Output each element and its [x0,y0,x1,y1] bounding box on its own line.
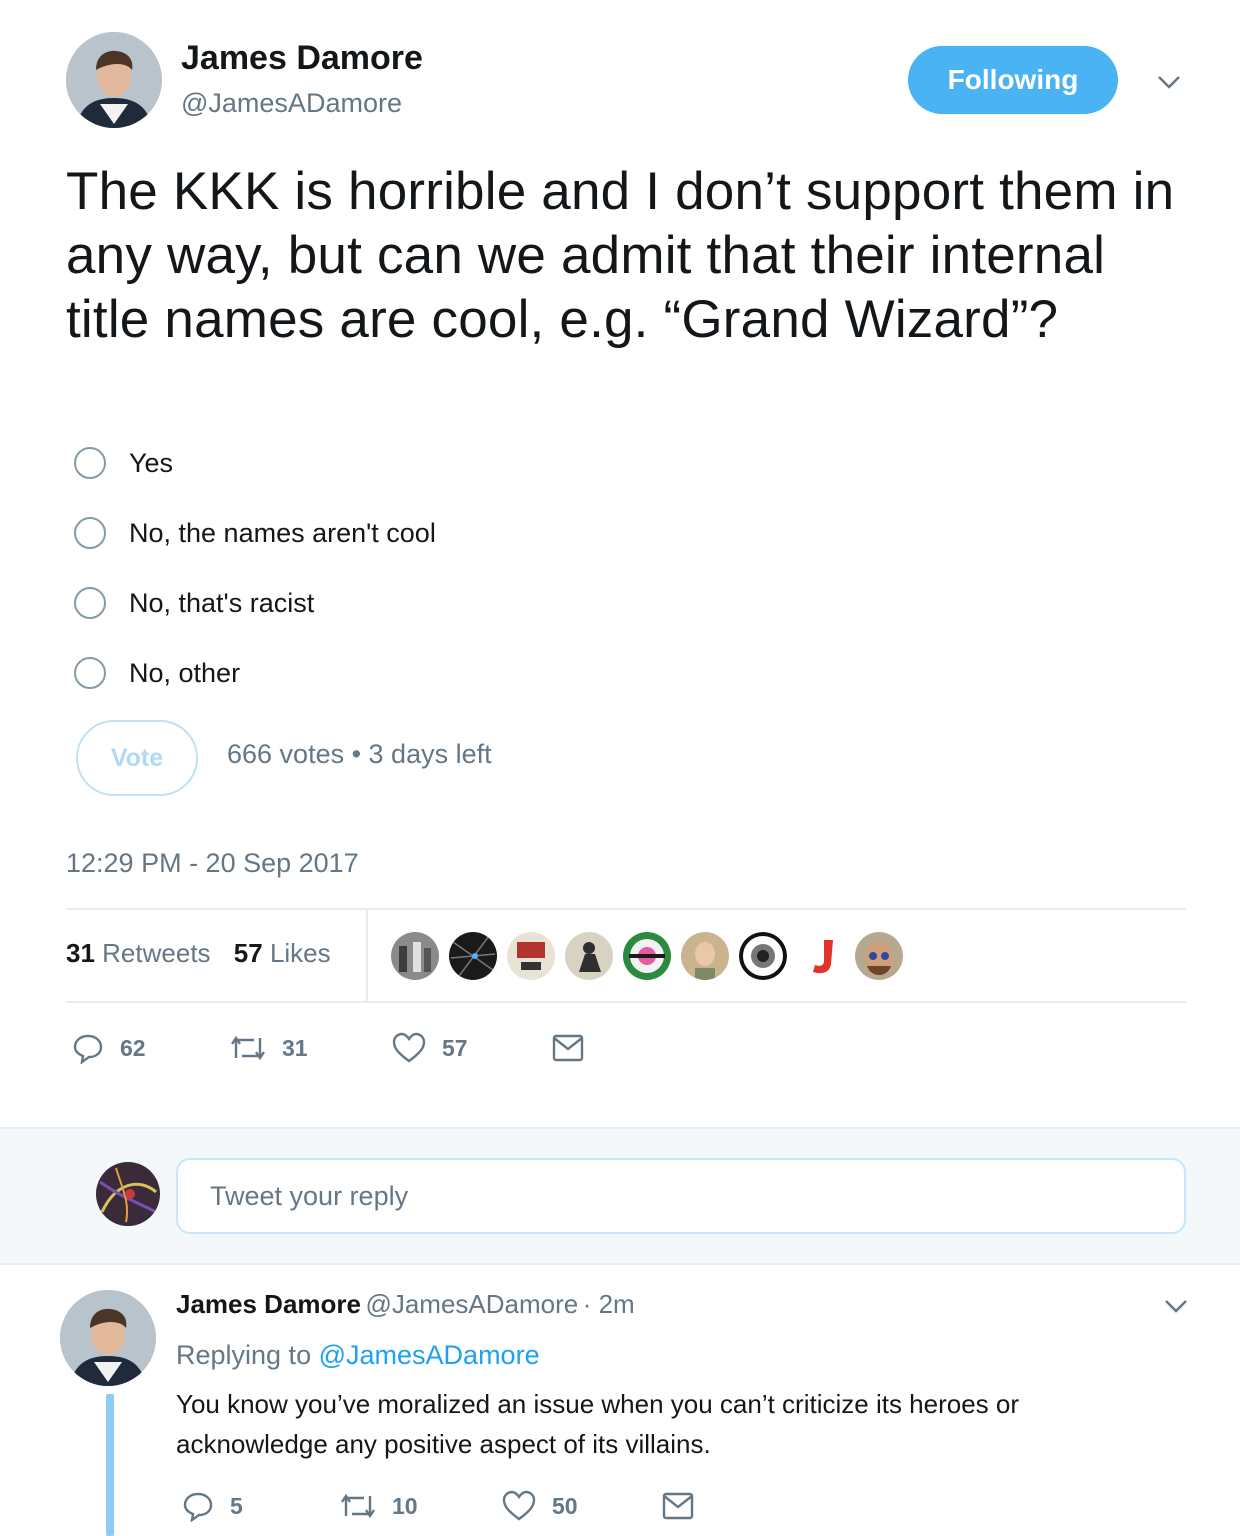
radio-icon[interactable] [74,657,106,689]
reply-input[interactable]: Tweet your reply [176,1158,1186,1234]
reply-time[interactable]: · 2m [583,1289,635,1319]
liker-avatar[interactable] [855,932,903,980]
poll-option-label: No, that's racist [129,587,315,618]
liker-avatar[interactable] [681,932,729,980]
poll-option[interactable]: No, that's racist [74,583,314,623]
liker-avatar[interactable] [797,932,845,980]
tweet-text: The KKK is horrible and I don’t support … [66,162,1175,349]
heart-icon [502,1490,536,1521]
divider [66,1001,1186,1003]
liker-avatar[interactable] [449,932,497,980]
radio-icon[interactable] [74,447,106,479]
thread-line [106,1394,114,1536]
reply-author-handle[interactable]: @JamesADamore [365,1289,578,1319]
author-handle[interactable]: @JamesADamore [181,88,402,119]
reply-action[interactable]: 5 [182,1490,243,1522]
reply-header: James Damore @JamesADamore · 2m [176,1289,635,1320]
author-name[interactable]: James Damore [181,39,423,78]
message-action[interactable] [552,1034,584,1062]
replying-to: Replying to @JamesADamore [176,1340,540,1371]
reply-text: You know you’ve moralized an issue when … [176,1389,1020,1459]
poll-option[interactable]: No, the names aren't cool [74,513,436,553]
poll-option[interactable]: No, other [74,653,240,693]
replying-to-handle[interactable]: @JamesADamore [319,1340,540,1370]
reply-action[interactable]: 62 [72,1032,146,1064]
likes-count: 57 [233,938,263,968]
like-count: 57 [442,1034,468,1061]
poll-meta: 666 votes • 3 days left [227,739,492,769]
poll-option-label: Yes [129,447,174,478]
author-avatar[interactable] [66,32,162,128]
retweet-action[interactable]: 10 [340,1490,418,1522]
reply-count: 62 [120,1034,146,1061]
reply-author-name[interactable]: James Damore [176,1289,361,1319]
liker-avatar[interactable] [739,932,787,980]
current-user-avatar[interactable] [96,1162,160,1226]
like-action[interactable]: 50 [502,1490,578,1522]
liker-avatar[interactable] [391,932,439,980]
chevron-down-icon[interactable] [1163,1296,1189,1316]
retweet-action[interactable]: 31 [230,1032,308,1064]
replying-to-label: Replying to [176,1340,312,1370]
liker-avatar[interactable] [623,932,671,980]
divider-vertical [366,910,368,1002]
vote-button[interactable]: Vote [76,720,198,796]
retweet-icon [231,1035,265,1061]
tweet-timestamp[interactable]: 12:29 PM - 20 Sep 2017 [66,848,359,879]
like-action[interactable]: 57 [392,1032,468,1064]
liker-avatar[interactable] [507,932,555,980]
envelope-icon [662,1492,694,1520]
message-action[interactable] [662,1492,694,1520]
poll-option[interactable]: Yes [74,443,173,483]
following-button[interactable]: Following [908,46,1118,114]
engagement-stats: 31 Retweets 57 Likes [66,938,331,969]
reply-count: 5 [230,1492,243,1519]
retweet-count: 31 [282,1034,308,1061]
reply-icon [73,1034,103,1064]
like-count: 50 [552,1492,578,1519]
reply-author-avatar[interactable] [60,1290,156,1386]
radio-icon[interactable] [74,587,106,619]
retweet-count: 10 [392,1492,418,1519]
liker-avatar[interactable] [565,932,613,980]
reply-icon [183,1492,213,1522]
heart-icon [392,1032,426,1063]
retweets-count: 31 [66,938,95,968]
poll-option-label: No, the names aren't cool [129,517,436,548]
chevron-down-icon[interactable] [1156,72,1182,92]
divider [66,908,1186,910]
retweets-stat[interactable]: 31 Retweets [66,938,211,968]
envelope-icon [552,1034,584,1062]
retweet-icon [341,1493,375,1519]
radio-icon[interactable] [74,517,106,549]
likes-stat[interactable]: 57 Likes [234,938,331,968]
likes-label: Likes [269,938,331,968]
poll-option-label: No, other [129,657,241,688]
retweets-label: Retweets [102,938,211,968]
